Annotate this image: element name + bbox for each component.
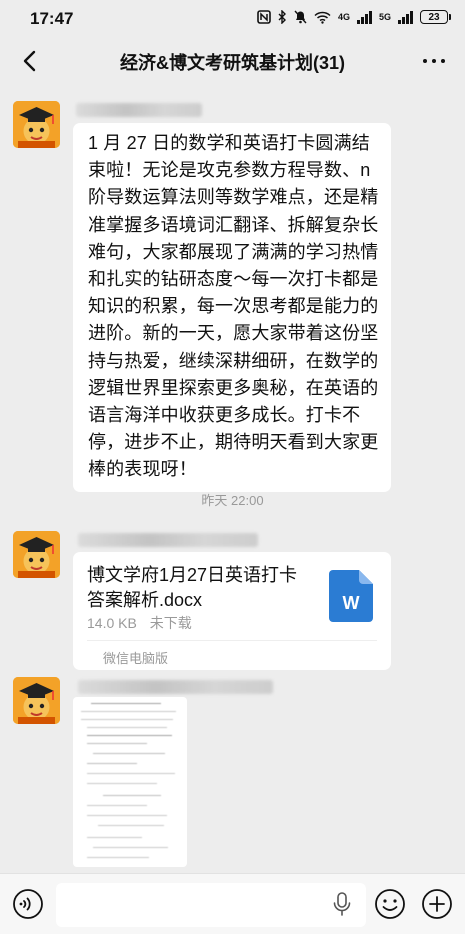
signal-4g-icon bbox=[356, 10, 372, 24]
file-size: 14.0 KB bbox=[87, 615, 137, 631]
file-download-status: 未下载 bbox=[149, 615, 192, 631]
status-time: 17:47 bbox=[30, 9, 74, 28]
network-5g-label: 5G bbox=[378, 12, 391, 22]
avatar-image bbox=[13, 531, 60, 578]
avatar[interactable] bbox=[13, 677, 60, 724]
file-message-card[interactable]: 博文学府1月27日英语打卡答案解析.docx 14.0 KB 未下载 W 微信电… bbox=[73, 552, 391, 670]
battery-icon: 23 bbox=[420, 10, 451, 24]
avatar[interactable] bbox=[13, 531, 60, 578]
file-name: 博文学府1月27日英语打卡答案解析.docx bbox=[87, 565, 298, 610]
nfc-icon bbox=[257, 10, 271, 24]
status-icons: 4G 5G 23 bbox=[257, 10, 451, 24]
battery-level: 23 bbox=[420, 10, 448, 24]
signal-5g-icon bbox=[398, 10, 413, 24]
voice-input-icon[interactable] bbox=[12, 888, 44, 920]
file-meta: 14.0 KB 未下载 bbox=[87, 613, 201, 633]
bluetooth-icon bbox=[278, 10, 286, 24]
wifi-icon bbox=[314, 11, 331, 24]
network-4g-label: 4G bbox=[337, 12, 350, 22]
avatar[interactable] bbox=[13, 101, 60, 148]
avatar-image bbox=[13, 101, 60, 148]
plus-icon[interactable] bbox=[421, 888, 453, 920]
chevron-left-icon bbox=[23, 50, 36, 72]
word-icon-letter: W bbox=[343, 593, 360, 613]
mute-bell-icon bbox=[294, 10, 307, 24]
chat-header: 经济&博文考研筑基计划(31) bbox=[0, 38, 465, 84]
sender-name-blurred bbox=[78, 533, 258, 547]
input-bar bbox=[0, 873, 465, 934]
emoji-icon[interactable] bbox=[374, 888, 406, 920]
chat-title: 经济&博文考研筑基计划(31) bbox=[119, 53, 345, 73]
status-bar: 17:47 4G 5G 23 bbox=[0, 0, 465, 38]
message-timestamp: 昨天 22:00 bbox=[201, 493, 264, 508]
word-document-icon: W bbox=[329, 570, 373, 622]
avatar-image bbox=[13, 677, 60, 724]
image-message[interactable] bbox=[73, 697, 187, 867]
divider bbox=[87, 640, 377, 641]
sender-name-blurred bbox=[76, 103, 202, 117]
sender-name-blurred bbox=[78, 680, 273, 694]
file-source-label: 微信电脑版 bbox=[103, 651, 169, 666]
microphone-icon[interactable] bbox=[332, 892, 352, 916]
more-options-button[interactable] bbox=[417, 46, 451, 76]
text-message-bubble[interactable]: 1 月 27 日的数学和英语打卡圆满结束啦！无论是攻克参数方程导数、n 阶导数运… bbox=[73, 123, 391, 492]
message-input[interactable] bbox=[56, 883, 366, 927]
back-button[interactable] bbox=[14, 46, 44, 76]
